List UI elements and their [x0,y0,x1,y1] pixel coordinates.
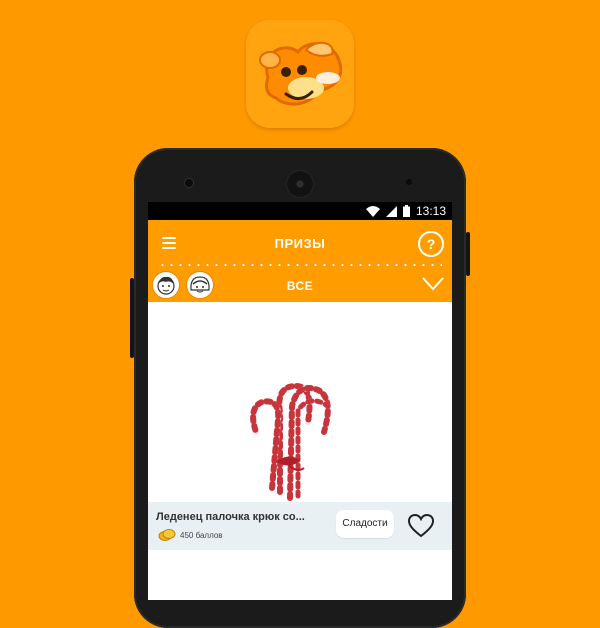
category-button[interactable]: Сладости [336,510,394,538]
front-camera [184,178,194,188]
help-icon[interactable]: ? [418,231,444,257]
speaker-grille [286,170,314,198]
card-divider [148,550,452,562]
wifi-icon [365,205,380,217]
chevron-down-icon[interactable] [422,277,444,291]
signal-icon [385,205,397,217]
status-time: 13:13 [415,204,446,218]
coin-icon [158,529,176,541]
product-info-row[interactable]: Леденец палочка крюк со... 450 баллов Сл… [148,502,452,550]
heart-icon[interactable] [408,514,434,538]
status-bar: 13:13 [148,202,452,220]
app-mascot-icon [246,20,354,128]
product-points: 450 баллов [180,531,223,540]
candy-cane-image[interactable] [148,302,452,502]
app-bar: ПРИЗЫ ? [148,220,452,268]
volume-button [130,278,134,358]
lollipop-image[interactable] [148,562,452,600]
product-name: Леденец палочка крюк со... [156,511,305,523]
dotted-divider [158,264,442,266]
page-title: ПРИЗЫ [274,236,326,251]
phone-screen: 13:13 ПРИЗЫ ? ВСЕ Леденец палочка крюк с… [148,202,452,600]
filter-bar: ВСЕ [148,268,452,305]
filter-label[interactable]: ВСЕ [148,279,452,293]
battery-icon [402,205,410,217]
proximity-sensor [406,179,412,185]
power-button [466,232,470,276]
